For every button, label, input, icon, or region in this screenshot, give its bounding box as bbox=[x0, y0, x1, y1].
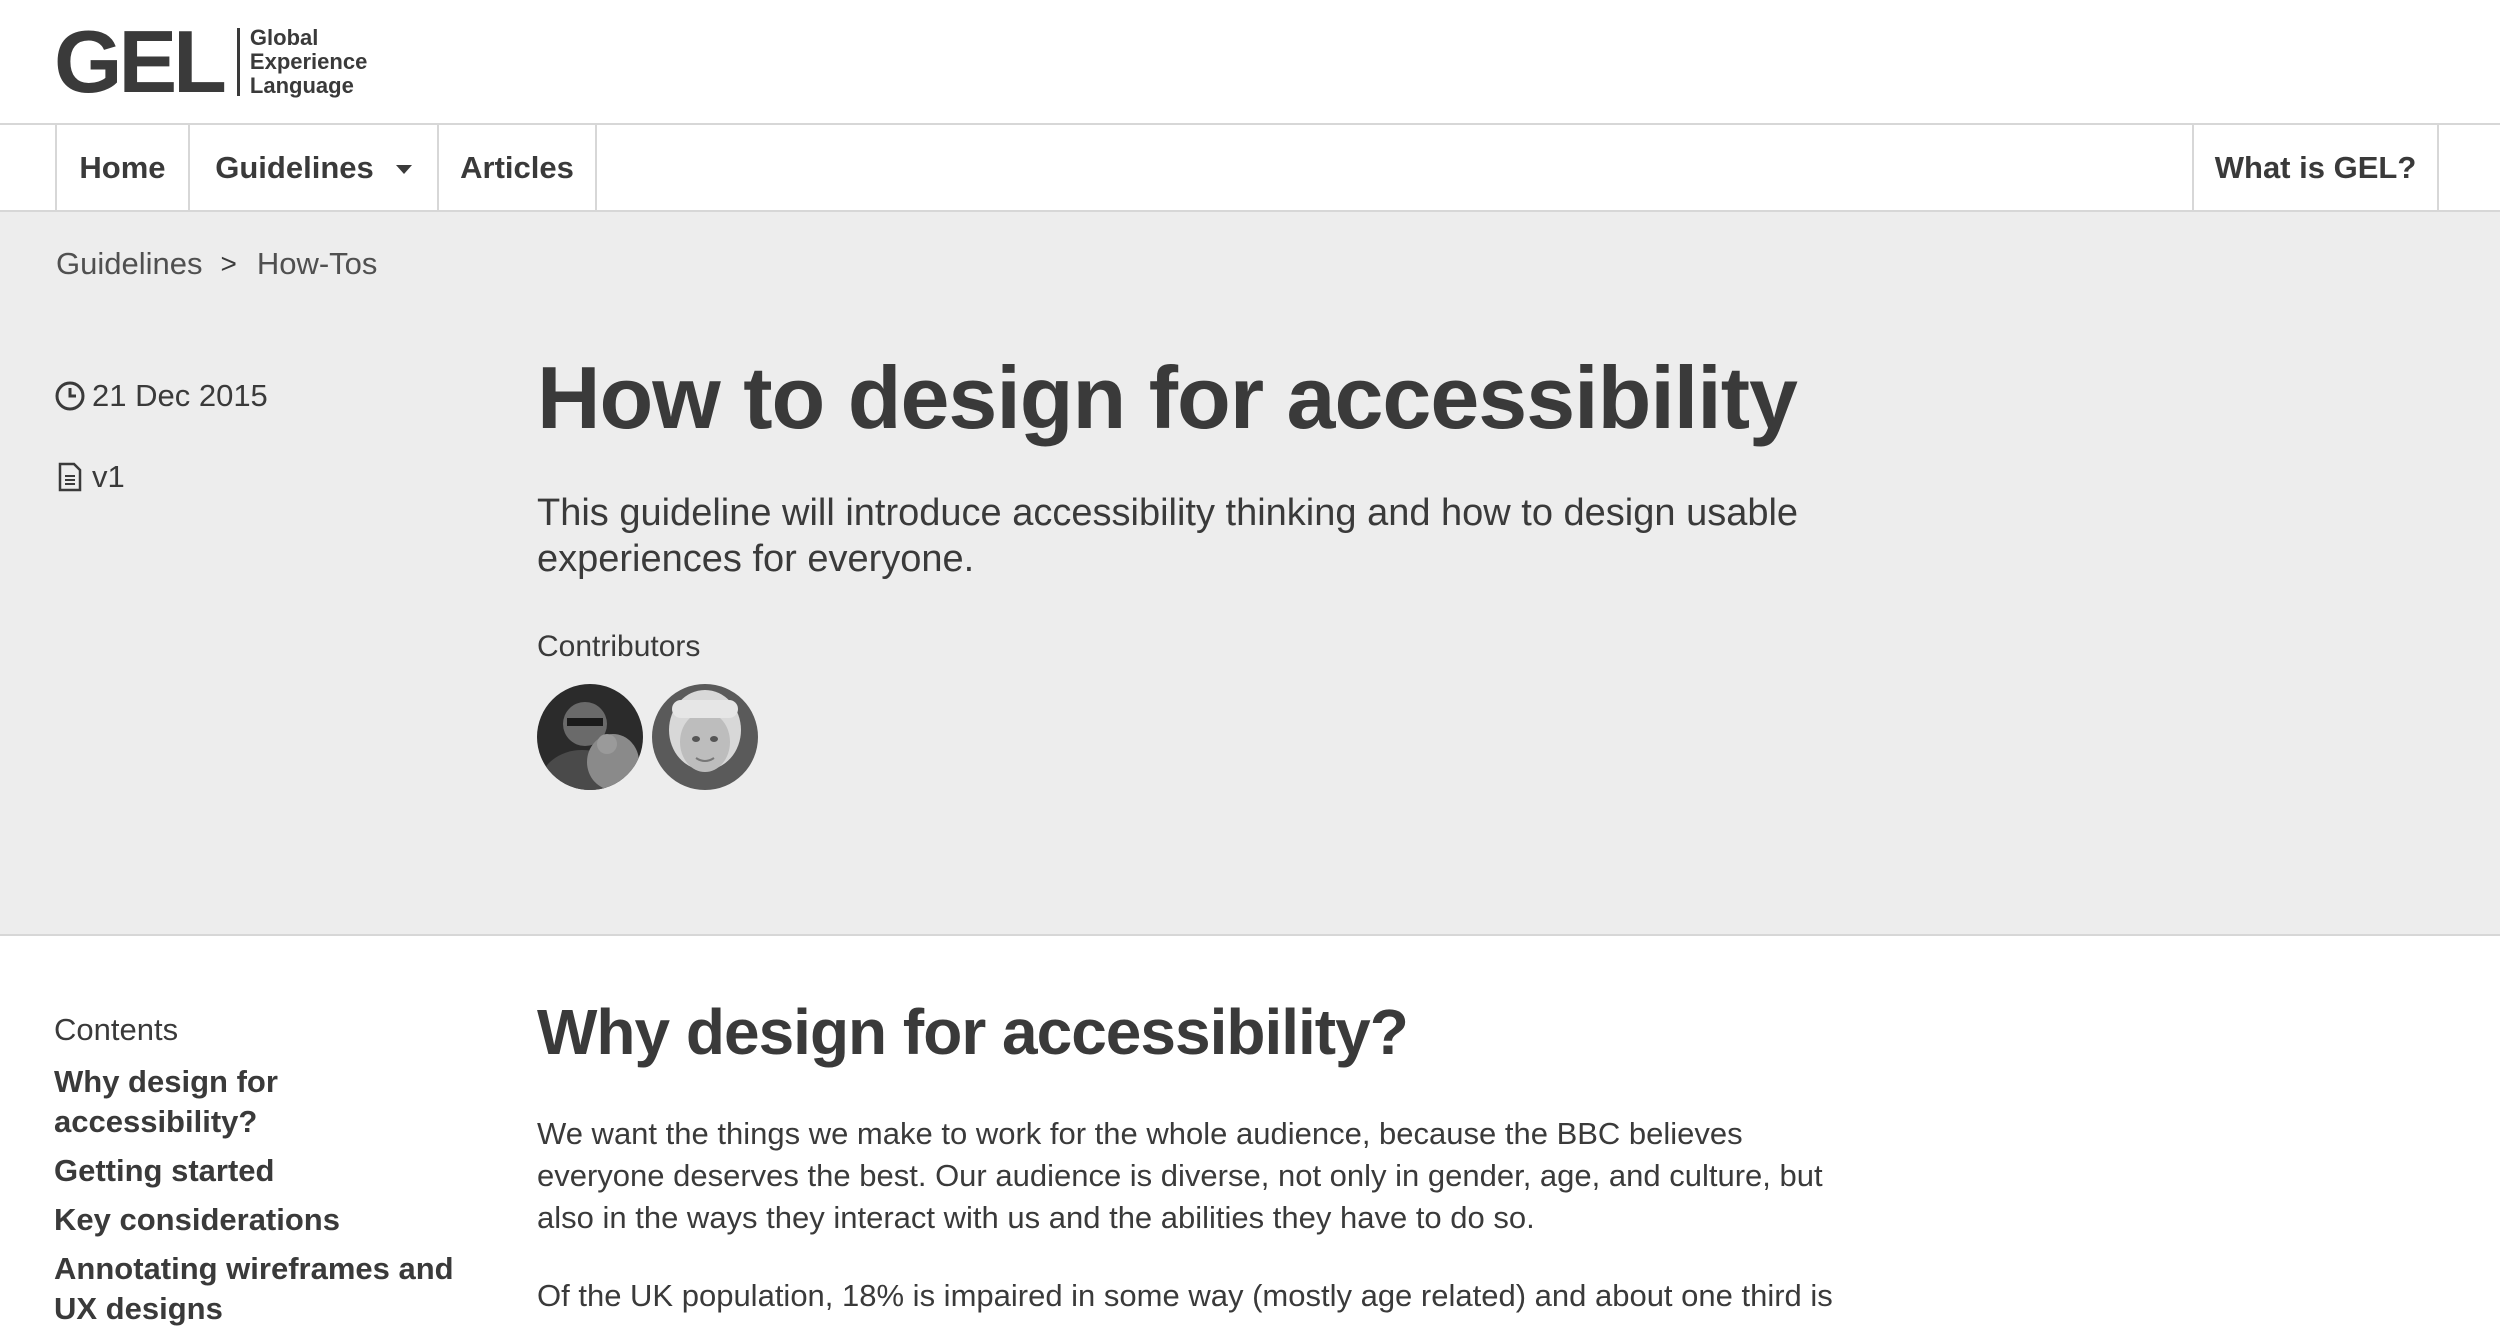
nav-what-is-gel[interactable]: What is GEL? bbox=[2192, 125, 2439, 210]
nav-articles[interactable]: Articles bbox=[437, 125, 597, 210]
contributors-label: Contributors bbox=[537, 630, 701, 663]
section-heading: Why design for accessibility? bbox=[537, 996, 1409, 1068]
toc-link-getting-started[interactable]: Getting started bbox=[54, 1151, 474, 1191]
body-paragraph: Of the UK population, 18% is impaired in… bbox=[537, 1278, 1833, 1313]
logo-divider bbox=[236, 28, 240, 96]
toc-link-annotating[interactable]: Annotating wireframes and UX designs bbox=[54, 1249, 474, 1329]
logo-line-1: Global bbox=[249, 25, 319, 50]
toc-label: Contents bbox=[54, 1012, 179, 1047]
site-header: GEL Global Experience Language bbox=[0, 0, 2500, 123]
main-nav: Home Guidelines Articles What is GEL? bbox=[0, 123, 2500, 212]
avatar[interactable] bbox=[652, 684, 758, 790]
version: v1 bbox=[54, 459, 125, 495]
gel-logo[interactable]: GEL Global Experience Language bbox=[54, 18, 367, 106]
toc-link-key-considerations[interactable]: Key considerations bbox=[54, 1200, 474, 1240]
clock-icon bbox=[55, 381, 85, 411]
breadcrumb-separator: > bbox=[220, 248, 237, 279]
page-title: How to design for accessibility bbox=[537, 348, 1798, 447]
logo-line-2: Experience bbox=[249, 49, 368, 74]
document-icon bbox=[58, 462, 82, 492]
body-paragraph: We want the things we make to work for t… bbox=[537, 1116, 1823, 1235]
nav-guidelines-label: Guidelines bbox=[215, 149, 374, 185]
breadcrumb-how-tos[interactable]: How-Tos bbox=[257, 246, 378, 282]
version-text: v1 bbox=[92, 459, 125, 494]
contributors-list bbox=[537, 684, 767, 790]
breadcrumb-guidelines[interactable]: Guidelines bbox=[56, 246, 202, 282]
page-intro: This guideline will introduce accessibil… bbox=[537, 492, 1799, 580]
table-of-contents: Contents Why design for accessibility? G… bbox=[54, 1012, 474, 1338]
caret-down-icon bbox=[395, 165, 412, 174]
publish-date-text: 21 Dec 2015 bbox=[92, 378, 268, 413]
breadcrumb: Guidelines > How-Tos bbox=[56, 246, 377, 282]
avatar[interactable] bbox=[537, 684, 643, 790]
hero-section: Guidelines > How-Tos 21 Dec 2015 v1 How … bbox=[0, 212, 2500, 936]
nav-home[interactable]: Home bbox=[55, 125, 188, 210]
toc-link-why-design[interactable]: Why design for accessibility? bbox=[54, 1062, 474, 1142]
logo-mark: GEL bbox=[54, 12, 227, 111]
logo-line-3: Language bbox=[249, 73, 354, 98]
nav-guidelines[interactable]: Guidelines bbox=[188, 125, 437, 210]
publish-date: 21 Dec 2015 bbox=[54, 378, 268, 414]
logo-wordmark: Global Experience Language bbox=[250, 26, 367, 98]
